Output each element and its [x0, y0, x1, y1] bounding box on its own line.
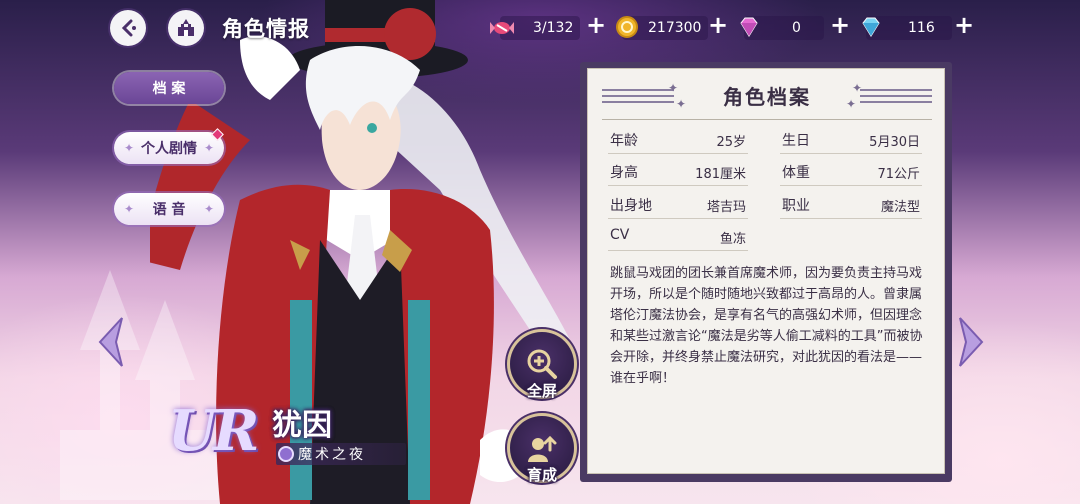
resource-candy: 3/132 [490, 16, 580, 40]
pink-gem-value: 0 [792, 20, 801, 36]
candy-value: 3/132 [533, 20, 574, 36]
age-value: 25岁 [716, 135, 746, 150]
title-gem-icon [278, 446, 294, 462]
birthday-value: 5月30日 [869, 135, 920, 150]
pink-gem-plus-button[interactable]: + [830, 11, 850, 39]
menu-voice-button[interactable]: ✦ 语 音 ✦ [114, 193, 224, 225]
sparkle-icon: ✦ [203, 141, 214, 155]
height-value: 181厘米 [695, 167, 746, 182]
stat-divider [608, 250, 748, 251]
menu-story-button[interactable]: ✦ 个人剧情 ✦ [114, 128, 224, 164]
back-arrow-icon [121, 19, 136, 37]
stat-divider [608, 153, 748, 154]
birthday-label: 生日 [782, 133, 810, 149]
stat-divider [780, 185, 922, 186]
class-label: 职业 [782, 198, 810, 214]
character-name: 犹因 [272, 408, 332, 443]
cv-value: 鱼冻 [719, 232, 746, 247]
gold-coin-icon [616, 16, 638, 38]
heading-deco-right [860, 89, 932, 105]
resource-pink-gem: 0 [740, 16, 824, 40]
gold-value: 217300 [648, 20, 702, 36]
stat-divider [780, 153, 922, 154]
blue-diamond-plus-button[interactable]: + [954, 11, 974, 39]
resource-gold: 217300 [616, 16, 708, 40]
castle-home-icon [178, 19, 194, 36]
character-title-bar: 魔术之夜 [276, 443, 406, 465]
pink-gem-icon [740, 17, 758, 37]
cv-label: CV [610, 227, 630, 243]
stat-divider [780, 218, 922, 219]
heading-divider [602, 119, 932, 120]
top-bar: 角色情报 3/132 + 217300 + 0 + 116 + [0, 0, 1080, 56]
blue-diamond-value: 116 [908, 20, 935, 36]
candy-icon [490, 22, 514, 34]
prev-character-arrow[interactable] [96, 316, 126, 368]
candy-plus-button[interactable]: + [586, 11, 606, 39]
menu-voice-label: 语 音 [152, 202, 186, 218]
rarity-badge: UR [168, 398, 259, 464]
blue-diamond-icon [862, 17, 880, 37]
birthplace-label: 出身地 [610, 198, 652, 214]
back-button[interactable] [110, 10, 146, 46]
character-bio: 跳鼠马戏团的团长兼首席魔术师，因为要负责主持马戏开场，所以是个随时随地兴致都过于… [610, 266, 923, 386]
magnifier-plus-icon [527, 349, 557, 379]
menu-story-label: 个人剧情 [141, 141, 197, 157]
birthplace-value: 塔吉玛 [706, 200, 746, 215]
fullscreen-label: 全屏 [526, 382, 557, 400]
weight-label: 体重 [782, 165, 810, 181]
menu-profile-label: 档 案 [152, 81, 186, 97]
sparkle-icon: ✦ [203, 202, 214, 216]
resource-blue-diamond: 116 [862, 16, 952, 40]
height-label: 身高 [610, 165, 638, 181]
profile-panel: ✦ ✦ 角色档案 ✦ ✦ 年龄 25岁 生日 5月30日 身高 181厘米 体重… [587, 68, 945, 474]
level-up-icon [528, 435, 557, 462]
next-character-arrow[interactable] [956, 316, 986, 368]
develop-label: 育成 [526, 466, 557, 484]
home-button[interactable] [168, 10, 204, 46]
sparkle-icon: ✦ [124, 141, 135, 155]
sparkle-icon: ✦ [124, 202, 135, 216]
page-title: 角色情报 [222, 17, 310, 41]
weight-value: 71公斤 [877, 167, 920, 182]
gold-plus-button[interactable]: + [708, 11, 728, 39]
menu-profile-button[interactable]: 档 案 [114, 72, 224, 104]
star-icon: ✦ [846, 97, 857, 111]
stat-divider [608, 218, 748, 219]
class-value: 魔法型 [880, 200, 920, 215]
stat-divider [608, 185, 748, 186]
age-label: 年龄 [610, 133, 638, 149]
character-title: 魔术之夜 [298, 447, 366, 463]
